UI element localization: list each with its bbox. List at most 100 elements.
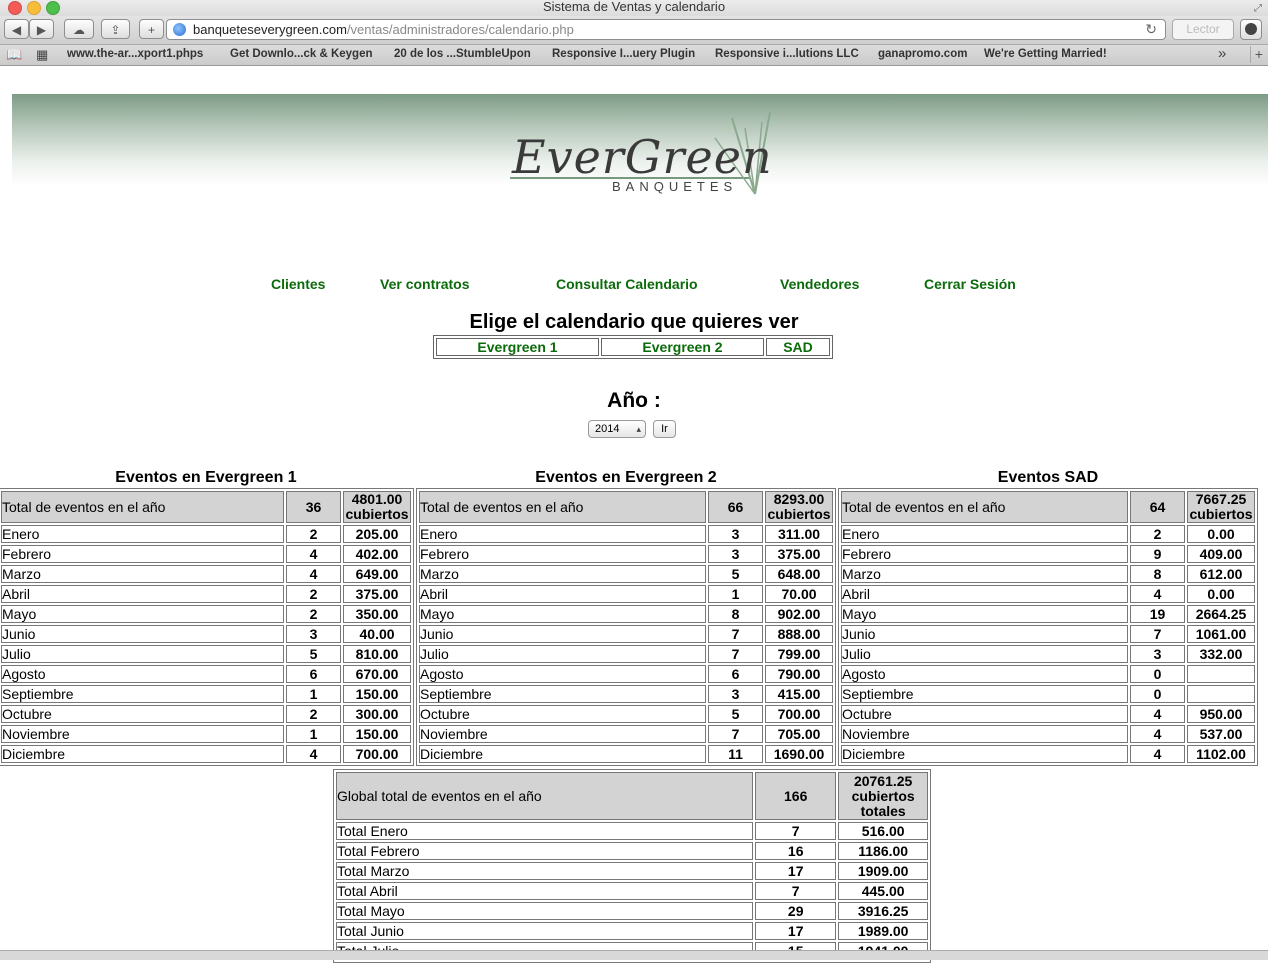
nav-clientes[interactable]: Clientes [271, 276, 325, 292]
table-header-row: Total de eventos en el año 64 7667.25 cubi… [841, 491, 1255, 523]
nav-consultar-calendario[interactable]: Consultar Calendario [556, 276, 698, 292]
month-event-count: 5 [707, 565, 764, 583]
global-month-name: Total Junio [336, 922, 754, 940]
month-name: Noviembre [841, 725, 1128, 743]
month-event-count: 7 [707, 625, 764, 643]
month-event-count: 2 [1129, 525, 1186, 543]
month-name: Enero [841, 525, 1128, 543]
total-events-count: 36 [286, 491, 342, 523]
table-row: Julio 5 810.00 [1, 645, 411, 663]
month-event-count: 1 [286, 685, 342, 703]
month-name: Diciembre [1, 745, 285, 763]
table-row: Junio 7 888.00 [419, 625, 833, 643]
month-cubiertos: 648.00 [765, 565, 833, 583]
share-button[interactable]: ⇪ [101, 19, 130, 39]
total-events-count: 64 [1129, 491, 1186, 523]
month-cubiertos: 40.00 [343, 625, 411, 643]
month-name: Mayo [1, 605, 285, 623]
month-name: Agosto [841, 665, 1128, 683]
year-select[interactable]: 2014 ▴ [588, 420, 646, 438]
month-name: Abril [419, 585, 706, 603]
global-month-cubiertos: 445.00 [838, 882, 928, 900]
month-name: Septiembre [1, 685, 285, 703]
add-bookmark-icon[interactable]: + [1250, 46, 1267, 63]
month-event-count: 3 [707, 545, 764, 563]
downloads-button[interactable] [1240, 19, 1262, 40]
month-event-count: 11 [707, 745, 764, 763]
month-cubiertos: 950.00 [1187, 705, 1255, 723]
month-event-count: 19 [1129, 605, 1186, 623]
reader-button[interactable]: Lector [1172, 19, 1234, 40]
address-bar[interactable]: banqueteseverygreen.com/ventas/administr… [166, 19, 1166, 40]
open-book-icon[interactable]: 📖 [6, 47, 22, 63]
bookmark-item[interactable]: We're Getting Married! [984, 48, 1107, 60]
month-event-count: 5 [707, 705, 764, 723]
total-cubiertos: 4801.00 cubiertos [343, 491, 411, 523]
evergreen-logo[interactable]: EverGreen BANQUETES [500, 108, 780, 198]
month-cubiertos: 1690.00 [765, 745, 833, 763]
month-cubiertos: 311.00 [765, 525, 833, 543]
table-row: Marzo 5 648.00 [419, 565, 833, 583]
new-tab-button[interactable]: + [139, 19, 164, 39]
fullscreen-icon[interactable]: ⤢ [1254, 2, 1262, 16]
nav-vendedores[interactable]: Vendedores [780, 276, 859, 292]
calendar-option-evergreen-1[interactable]: Evergreen 1 [436, 338, 599, 356]
table-row: Marzo 4 649.00 [1, 565, 411, 583]
bookmark-item[interactable]: Get Downlo...ck & Keygen [230, 48, 373, 60]
window-titlebar: Sistema de Ventas y calendario ⤢ [0, 0, 1268, 16]
nav-cerrar-sesion[interactable]: Cerrar Sesión [924, 276, 1016, 292]
bookmark-item[interactable]: Responsive I...uery Plugin [552, 48, 695, 60]
table-row: Mayo 8 902.00 [419, 605, 833, 623]
back-button[interactable]: ◀ [4, 19, 29, 39]
bookmark-item[interactable]: 20 de los ...StumbleUpon [394, 48, 531, 60]
table-row: Diciembre 4 700.00 [1, 745, 411, 763]
month-event-count: 9 [1129, 545, 1186, 563]
month-event-count: 4 [286, 745, 342, 763]
table-row: Octubre 2 300.00 [1, 705, 411, 723]
calendar-option-evergreen-2[interactable]: Evergreen 2 [601, 338, 764, 356]
nav-ver-contratos[interactable]: Ver contratos [380, 276, 469, 292]
month-cubiertos: 537.00 [1187, 725, 1255, 743]
table-row: Noviembre 7 705.00 [419, 725, 833, 743]
month-cubiertos: 790.00 [765, 665, 833, 683]
forward-button[interactable]: ▶ [29, 19, 54, 39]
month-name: Noviembre [419, 725, 706, 743]
month-event-count: 0 [1129, 665, 1186, 683]
month-event-count: 7 [707, 725, 764, 743]
global-month-cubiertos: 1989.00 [838, 922, 928, 940]
section-title-evergreen-2: Eventos en Evergreen 2 [535, 469, 717, 486]
more-bookmarks-icon[interactable]: » [1218, 45, 1226, 62]
calendar-option-sad[interactable]: SAD [766, 338, 830, 356]
month-cubiertos: 205.00 [343, 525, 411, 543]
month-event-count: 3 [707, 685, 764, 703]
month-name: Octubre [419, 705, 706, 723]
bookmark-item[interactable]: ganapromo.com [878, 48, 967, 60]
month-cubiertos: 332.00 [1187, 645, 1255, 663]
month-name: Julio [1, 645, 285, 663]
icloud-tabs-button[interactable]: ☁ [64, 19, 94, 39]
bookmark-item[interactable]: Responsive i...lutions LLC [715, 48, 859, 60]
reload-icon[interactable]: ↻ [1145, 20, 1157, 39]
events-table-sad: Total de eventos en el año 64 7667.25 cubi… [838, 488, 1258, 766]
table-row: Julio 3 332.00 [841, 645, 1255, 663]
month-name: Noviembre [1, 725, 285, 743]
table-header-row: Global total de eventos en el año 166 2076… [336, 772, 928, 820]
grid-icon[interactable]: ▦ [36, 47, 48, 63]
month-event-count: 7 [1129, 625, 1186, 643]
month-name: Octubre [841, 705, 1128, 723]
month-event-count: 8 [707, 605, 764, 623]
table-row: Enero 2 205.00 [1, 525, 411, 543]
close-window-button[interactable] [8, 1, 22, 15]
bookmark-item[interactable]: www.the-ar...xport1.phps [67, 48, 203, 60]
table-row: Agosto 6 790.00 [419, 665, 833, 683]
month-event-count: 6 [707, 665, 764, 683]
month-event-count: 6 [286, 665, 342, 683]
go-button[interactable]: Ir [653, 420, 676, 438]
month-cubiertos: 300.00 [343, 705, 411, 723]
minimize-window-button[interactable] [27, 1, 41, 15]
share-icon: ⇪ [110, 23, 121, 37]
month-name: Febrero [841, 545, 1128, 563]
zoom-window-button[interactable] [46, 1, 60, 15]
month-cubiertos: 700.00 [765, 705, 833, 723]
month-event-count: 4 [1129, 705, 1186, 723]
